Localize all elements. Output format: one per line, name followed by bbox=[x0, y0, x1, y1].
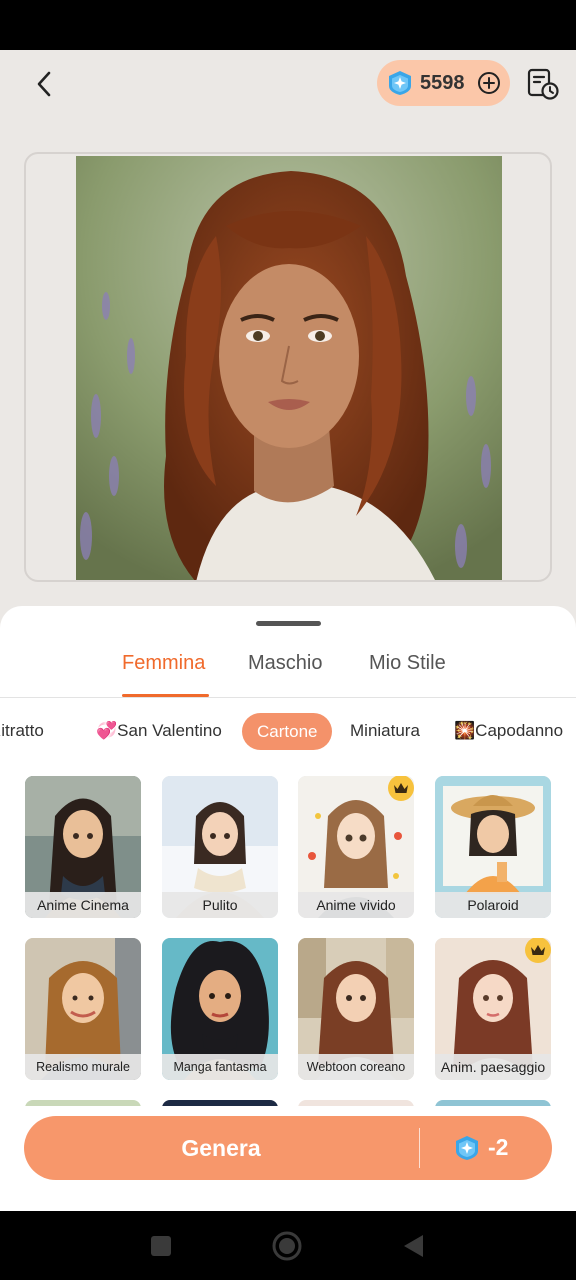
category-cartone[interactable]: Cartone bbox=[242, 713, 333, 750]
category-san-valentino[interactable]: 💞San Valentino bbox=[96, 721, 222, 741]
style-label: Anime Cinema bbox=[25, 892, 141, 918]
category-chips: Ritratto 💞San Valentino Cartone Miniatur… bbox=[0, 713, 576, 753]
generate-cost: -2 bbox=[454, 1134, 508, 1161]
photo-preview-frame bbox=[24, 152, 552, 582]
style-card-anim-paesaggio[interactable]: Anim. paesaggio bbox=[435, 938, 551, 1080]
gem-icon bbox=[389, 71, 411, 95]
generate-label: Genera bbox=[181, 1135, 261, 1161]
premium-crown-icon bbox=[525, 938, 551, 963]
style-label: Manga fantasma bbox=[162, 1054, 278, 1080]
style-card-pulito[interactable]: Pulito bbox=[162, 776, 278, 918]
style-card-anime-vivido[interactable]: Anime vivido bbox=[298, 776, 414, 918]
home-button[interactable] bbox=[272, 1231, 302, 1261]
gem-icon bbox=[456, 1135, 478, 1160]
circle-icon bbox=[272, 1231, 302, 1261]
hearts-emoji-icon: 💞 bbox=[96, 721, 118, 740]
style-card[interactable] bbox=[162, 1100, 278, 1106]
premium-crown-icon bbox=[388, 776, 414, 801]
history-icon[interactable] bbox=[524, 65, 560, 101]
style-label: Pulito bbox=[162, 892, 278, 918]
style-label: Anime vivido bbox=[298, 892, 414, 918]
status-bar bbox=[0, 0, 576, 50]
sheet-drag-handle[interactable] bbox=[256, 621, 321, 626]
generate-cost-value: -2 bbox=[488, 1134, 509, 1160]
style-label: Polaroid bbox=[435, 892, 551, 918]
chevron-left-icon bbox=[37, 71, 51, 97]
category-miniatura[interactable]: Miniatura bbox=[350, 721, 420, 741]
uploaded-photo[interactable] bbox=[76, 156, 502, 580]
style-card[interactable] bbox=[25, 1100, 141, 1106]
category-ritratto[interactable]: Ritratto bbox=[0, 721, 44, 741]
category-capodanno[interactable]: 🎇Capodanno bbox=[454, 721, 563, 741]
style-card-manga-fantasma[interactable]: Manga fantasma bbox=[162, 938, 278, 1080]
style-card-polaroid[interactable]: Polaroid bbox=[435, 776, 551, 918]
generate-button[interactable]: Genera -2 bbox=[24, 1116, 552, 1180]
style-grid: Anime Cinema Pulito Anime vivido Polaroi… bbox=[0, 776, 576, 1106]
style-card-anime-cinema[interactable]: Anime Cinema bbox=[25, 776, 141, 918]
active-tab-indicator bbox=[122, 694, 209, 697]
credits-pill[interactable]: 5598 bbox=[377, 60, 510, 106]
add-credits-icon[interactable] bbox=[477, 71, 501, 95]
style-label: Webtoon coreano bbox=[298, 1054, 414, 1080]
top-bar: 5598 bbox=[0, 50, 576, 120]
style-card[interactable] bbox=[298, 1100, 414, 1106]
fireworks-emoji-icon: 🎇 bbox=[454, 721, 476, 740]
tab-mio-stile[interactable]: Mio Stile bbox=[369, 652, 446, 675]
style-label: Anim. paesaggio bbox=[435, 1054, 551, 1080]
system-nav-bar bbox=[0, 1211, 576, 1280]
triangle-back-icon bbox=[404, 1235, 423, 1257]
style-card-webtoon-coreano[interactable]: Webtoon coreano bbox=[298, 938, 414, 1080]
tab-maschio[interactable]: Maschio bbox=[248, 652, 322, 675]
style-card-realismo-murale[interactable]: Realismo murale bbox=[25, 938, 141, 1080]
gender-tabs: Femmina Maschio Mio Stile bbox=[0, 642, 576, 698]
style-card[interactable] bbox=[435, 1100, 551, 1106]
generate-divider bbox=[419, 1128, 420, 1168]
tab-femmina[interactable]: Femmina bbox=[122, 652, 205, 675]
back-button[interactable] bbox=[22, 64, 66, 104]
square-icon bbox=[151, 1236, 171, 1256]
credits-value: 5598 bbox=[420, 71, 465, 94]
style-label: Realismo murale bbox=[25, 1054, 141, 1080]
back-nav-button[interactable] bbox=[398, 1231, 428, 1261]
style-bottom-sheet: Femmina Maschio Mio Stile Ritratto 💞San … bbox=[0, 606, 576, 1211]
recents-button[interactable] bbox=[146, 1231, 176, 1261]
